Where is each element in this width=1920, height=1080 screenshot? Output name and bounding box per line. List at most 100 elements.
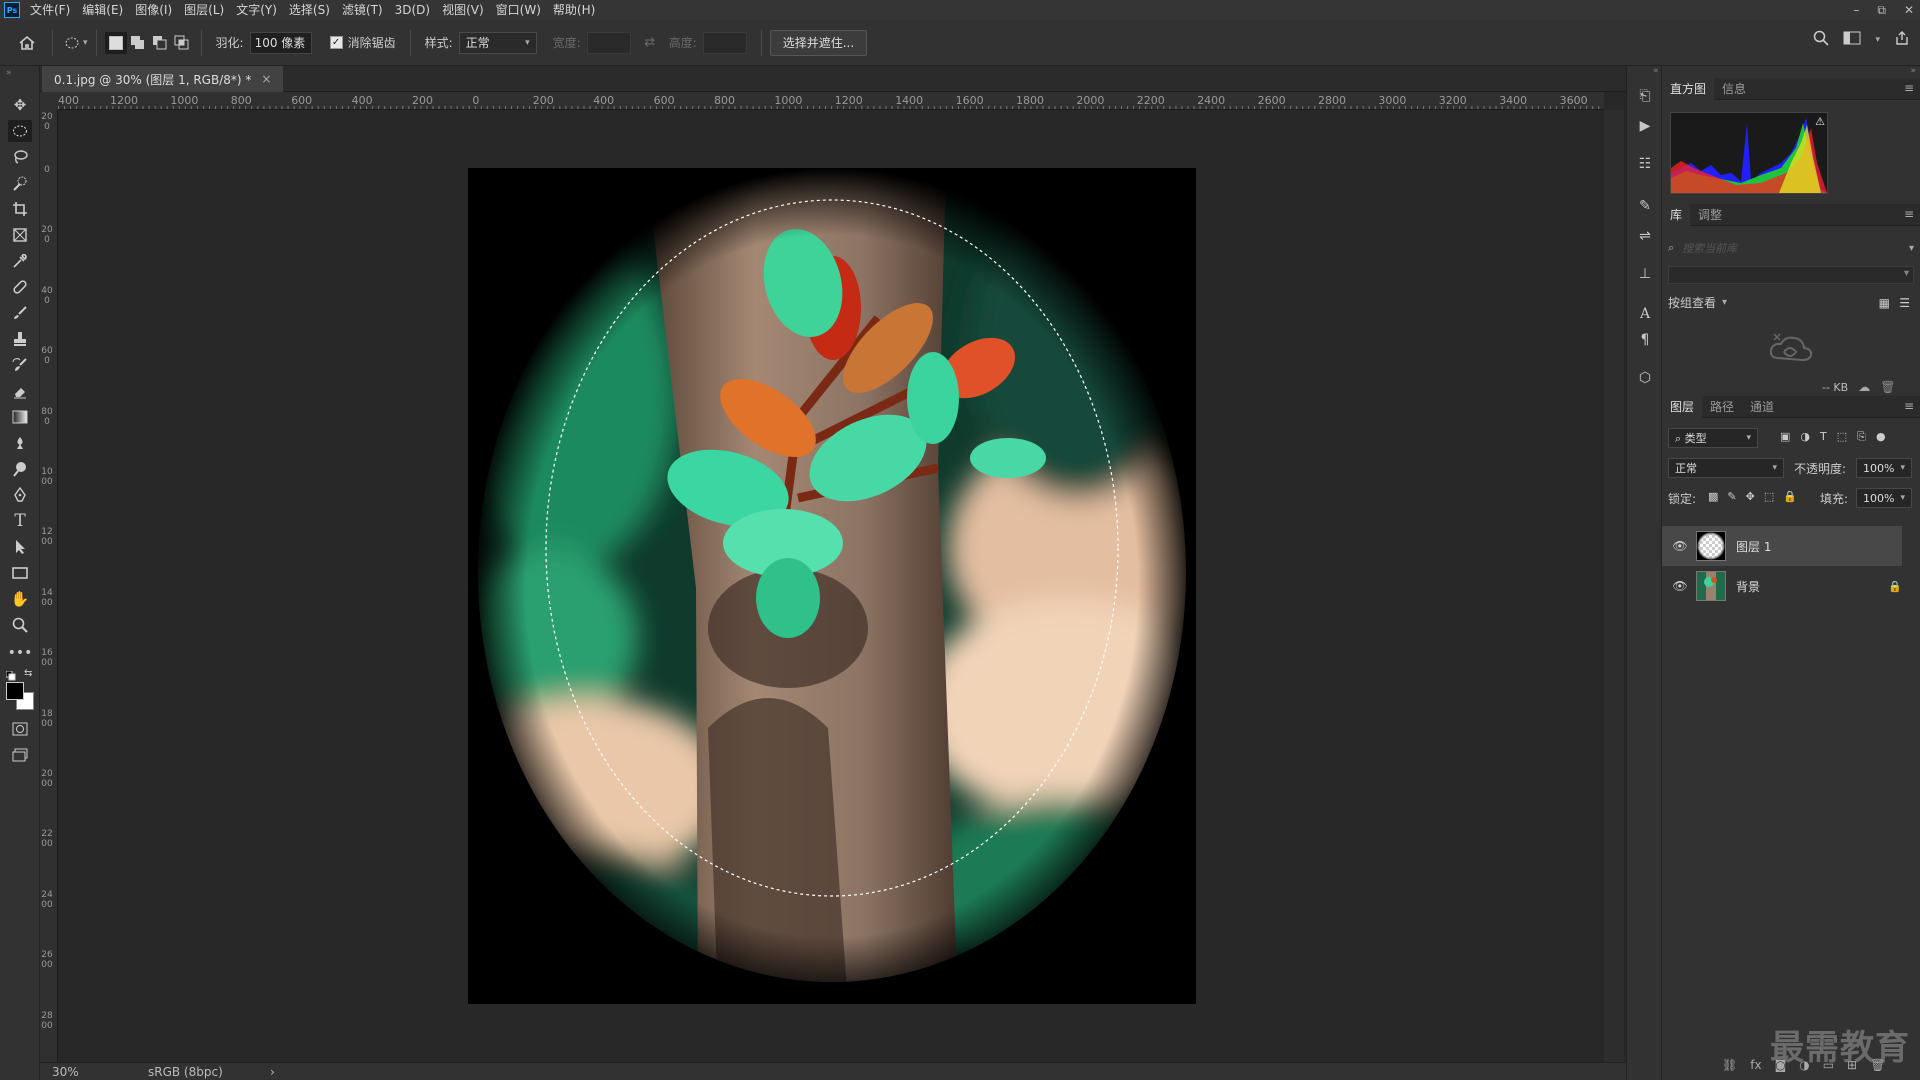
- menu-image[interactable]: 图像(I): [129, 0, 178, 20]
- menu-type[interactable]: 文字(Y): [230, 0, 283, 20]
- lock-icon[interactable]: 🔒: [1888, 580, 1902, 593]
- pen-tool-icon[interactable]: [8, 484, 32, 506]
- layer-name[interactable]: 背景: [1736, 578, 1760, 595]
- cloud-sync-icon[interactable]: ☁: [1858, 380, 1870, 394]
- layer-filter-select[interactable]: ⌕ 类型 ▾: [1668, 428, 1758, 448]
- view-by-group[interactable]: 按组查看 ▾: [1668, 294, 1727, 311]
- type-tool-icon[interactable]: T: [8, 510, 32, 532]
- blur-tool-icon[interactable]: [8, 432, 32, 454]
- filter-smart-object-icon[interactable]: ⎘: [1857, 430, 1866, 444]
- gradient-tool-icon[interactable]: [8, 406, 32, 428]
- trash-icon[interactable]: 🗑: [1880, 380, 1895, 394]
- healing-brush-tool-icon[interactable]: [8, 276, 32, 298]
- 3d-cube-icon[interactable]: ⬡: [1635, 368, 1655, 388]
- filter-pixel-icon[interactable]: ▣: [1780, 430, 1790, 444]
- select-and-mask-button[interactable]: 选择并遮住...: [769, 29, 868, 56]
- vertical-ruler[interactable]: 200 0 200 400 600 800 1000 1200 1400 1600 1800 2000…: [40, 110, 58, 1062]
- tab-adjustments[interactable]: 调整: [1690, 204, 1730, 226]
- quick-selection-tool-icon[interactable]: [8, 172, 32, 194]
- chevron-down-icon[interactable]: ▾: [83, 38, 88, 48]
- close-button[interactable]: ✕: [1904, 3, 1914, 17]
- history-icon[interactable]: ⎗: [1635, 86, 1655, 106]
- menu-select[interactable]: 选择(S): [283, 0, 336, 20]
- warning-icon[interactable]: ⚠: [1815, 115, 1825, 128]
- elliptical-marquee-tool-icon[interactable]: [8, 120, 32, 142]
- eyedropper-tool-icon[interactable]: [8, 250, 32, 272]
- tab-layers[interactable]: 图层: [1662, 395, 1703, 418]
- lasso-tool-icon[interactable]: [8, 146, 32, 168]
- zoom-level[interactable]: 30%: [52, 1065, 112, 1079]
- paragraph-icon[interactable]: ¶: [1635, 330, 1655, 350]
- horizontal-ruler[interactable]: 400 1200 1000 800 600 400 200 0 200 400 600 800 1000…: [58, 92, 1604, 110]
- zoom-tool-icon[interactable]: [8, 614, 32, 636]
- lock-all-icon[interactable]: 🔒: [1783, 490, 1797, 503]
- collapse-icon[interactable]: »: [1910, 66, 1916, 76]
- lock-transparency-icon[interactable]: ▩: [1708, 490, 1718, 503]
- menu-file[interactable]: 文件(F): [24, 0, 76, 20]
- elliptical-marquee-preset-icon[interactable]: [61, 32, 83, 54]
- panel-menu-icon[interactable]: ≡: [1904, 207, 1914, 221]
- more-tools-icon[interactable]: •••: [8, 642, 33, 664]
- swap-icon[interactable]: ⇄: [639, 32, 661, 54]
- move-tool-icon[interactable]: ✥: [8, 94, 32, 116]
- feather-input[interactable]: 100 像素: [249, 31, 312, 54]
- lock-position-icon[interactable]: ✥: [1746, 490, 1755, 503]
- menu-view[interactable]: 视图(V): [436, 0, 490, 20]
- frame-tool-icon[interactable]: [8, 224, 32, 246]
- adjust-icon[interactable]: ⇌: [1635, 226, 1655, 246]
- style-select[interactable]: 正常 ▾: [458, 31, 537, 54]
- actions-play-icon[interactable]: ▶: [1635, 116, 1655, 136]
- brush-settings-icon[interactable]: ✎: [1635, 196, 1655, 216]
- eye-icon[interactable]: 👁: [1670, 539, 1690, 553]
- foreground-color-swatch[interactable]: [6, 682, 24, 700]
- brush-tool-icon[interactable]: [8, 302, 32, 324]
- share-icon[interactable]: [1894, 30, 1910, 49]
- quick-mask-icon[interactable]: [8, 718, 32, 740]
- menu-filter[interactable]: 滤镜(T): [336, 0, 389, 20]
- lock-pixels-icon[interactable]: ✎: [1727, 490, 1736, 503]
- intersect-selection-icon[interactable]: [171, 32, 193, 54]
- panel-menu-icon[interactable]: ≡: [1904, 399, 1914, 413]
- tab-paths[interactable]: 路径: [1702, 396, 1742, 418]
- filter-adjustment-icon[interactable]: ◑: [1800, 430, 1810, 444]
- tab-histogram[interactable]: 直方图: [1662, 77, 1715, 100]
- fx-icon[interactable]: fx: [1750, 1058, 1761, 1072]
- layer-row-layer1[interactable]: 👁 图层 1: [1662, 526, 1902, 566]
- rectangle-tool-icon[interactable]: [8, 562, 32, 584]
- path-selection-tool-icon[interactable]: [8, 536, 32, 558]
- swap-colors-icon[interactable]: ⇆: [24, 668, 32, 679]
- restore-button[interactable]: ⧉: [1877, 3, 1886, 18]
- screen-mode-icon[interactable]: [8, 744, 32, 766]
- blend-mode-select[interactable]: 正常 ▾: [1668, 458, 1784, 478]
- tab-info[interactable]: 信息: [1714, 78, 1754, 100]
- library-select[interactable]: ▾: [1668, 266, 1914, 284]
- menu-help[interactable]: 帮助(H): [547, 0, 601, 20]
- collapse-icon[interactable]: «: [1653, 66, 1659, 76]
- library-search[interactable]: ⌕ 搜索当前库 ▾: [1668, 238, 1914, 258]
- eraser-tool-icon[interactable]: [8, 380, 32, 402]
- height-input[interactable]: [702, 31, 747, 54]
- width-input[interactable]: [586, 31, 631, 54]
- tab-libraries[interactable]: 库: [1662, 203, 1691, 226]
- filter-type-icon[interactable]: T: [1820, 430, 1827, 444]
- home-icon[interactable]: [16, 32, 38, 54]
- menu-layer[interactable]: 图层(L): [178, 0, 230, 20]
- list-view-icon[interactable]: ☰: [1899, 296, 1910, 310]
- menu-3d[interactable]: 3D(D): [389, 0, 436, 20]
- new-selection-icon[interactable]: [104, 31, 127, 54]
- history-brush-tool-icon[interactable]: [8, 354, 32, 376]
- clone-stamp-tool-icon[interactable]: [8, 328, 32, 350]
- link-layers-icon[interactable]: ⛓: [1722, 1058, 1737, 1072]
- hand-tool-icon[interactable]: ✋: [8, 588, 32, 610]
- layer-row-background[interactable]: 👁 背景 🔒: [1662, 566, 1920, 606]
- opacity-input[interactable]: 100% ▾: [1856, 458, 1912, 478]
- document-tab[interactable]: 0.1.jpg @ 30% (图层 1, RGB/8*) * ×: [42, 66, 284, 92]
- tab-channels[interactable]: 通道: [1742, 396, 1782, 418]
- eye-icon[interactable]: 👁: [1670, 579, 1690, 593]
- workspace-icon[interactable]: [1843, 31, 1861, 48]
- layer-name[interactable]: 图层 1: [1736, 538, 1771, 555]
- minimize-button[interactable]: –: [1853, 3, 1859, 17]
- grid-view-icon[interactable]: ▦: [1879, 296, 1890, 310]
- menu-window[interactable]: 窗口(W): [490, 0, 547, 20]
- clone-source-icon[interactable]: ⊥: [1635, 264, 1655, 284]
